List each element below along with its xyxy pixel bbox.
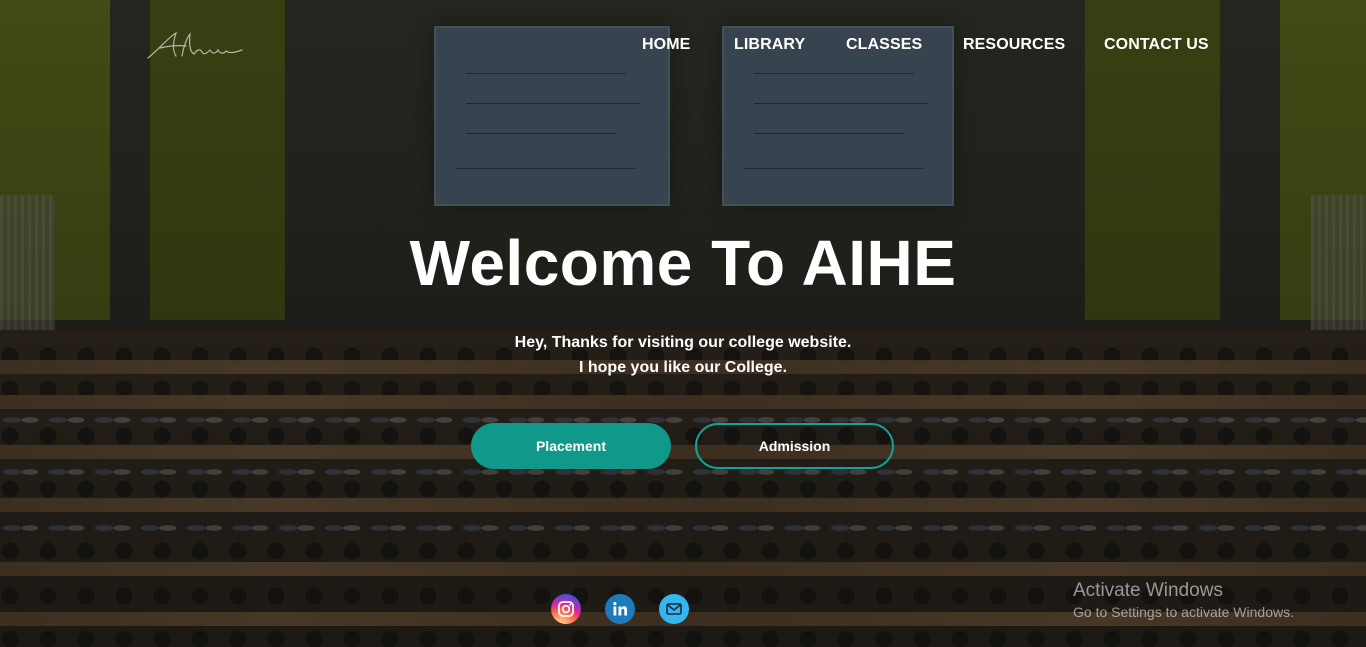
main-nav: HOME LIBRARY CLASSES RESOURCES CONTACT U… [0, 36, 1366, 56]
admission-button-label: Admission [758, 438, 831, 454]
instagram-icon[interactable] [551, 594, 581, 624]
activate-windows-watermark: Activate Windows Go to Settings to activ… [1073, 580, 1294, 620]
nav-item-home[interactable]: HOME [642, 36, 690, 54]
nav-item-contact-us[interactable]: CONTACT US [1104, 36, 1209, 54]
hero-section: HOME LIBRARY CLASSES RESOURCES CONTACT U… [0, 0, 1366, 647]
hero-subtitle-line-2: I hope you like our College. [578, 359, 788, 376]
nav-item-classes[interactable]: CLASSES [846, 36, 922, 54]
hero-subtitle-line-1: Hey, Thanks for visiting our college web… [514, 334, 852, 351]
page-title: Welcome To AIHE [409, 227, 957, 299]
watermark-title: Activate Windows [1073, 580, 1223, 601]
watermark-subtitle: Go to Settings to activate Windows. [1073, 604, 1294, 620]
placement-button-label: Placement [535, 438, 607, 454]
lecture-hall-background [0, 0, 1366, 647]
dark-overlay [0, 0, 1366, 647]
nav-item-library[interactable]: LIBRARY [734, 36, 805, 54]
mail-icon[interactable] [659, 594, 689, 624]
admission-button[interactable]: Admission [695, 423, 894, 469]
linkedin-icon[interactable] [605, 594, 635, 624]
placement-button[interactable]: Placement [471, 423, 671, 469]
nav-item-resources[interactable]: RESOURCES [963, 36, 1065, 54]
